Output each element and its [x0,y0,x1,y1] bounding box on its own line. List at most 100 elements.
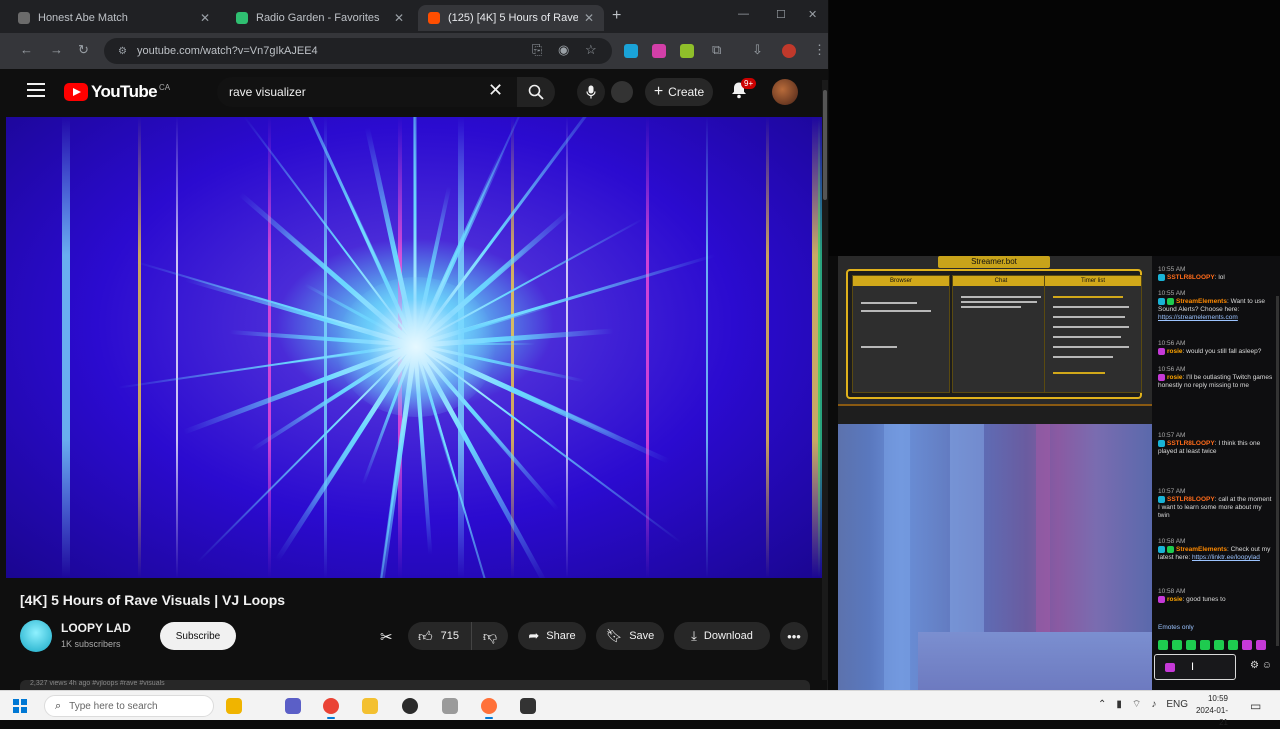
clip-icon[interactable]: ✂ [380,628,393,646]
voice-search-button[interactable] [577,78,605,106]
search-input[interactable]: rave visualizer [217,77,517,107]
text-line [1053,372,1105,374]
emote-icon[interactable] [1172,640,1182,650]
youtube-logo[interactable]: YouTube CA [64,82,170,102]
tab-youtube-active[interactable]: (125) [4K] 5 Hours of Rave Vis... ✕ [418,5,604,31]
emote-icon[interactable] [1158,640,1168,650]
network-icon[interactable]: ⌔ [1132,698,1141,711]
profile-icon[interactable] [782,44,796,58]
streamlabs-icon[interactable] [520,698,536,714]
forward-icon[interactable]: → [50,42,63,57]
site-info-icon[interactable]: ⚙ [118,46,127,57]
taskbar-search[interactable]: ⌕ Type here to search [44,695,214,717]
extension-icon[interactable] [680,44,694,58]
chat-username[interactable]: rosie [1167,596,1183,603]
downloads-icon[interactable]: ⇩ [752,42,763,58]
teams-icon[interactable] [285,698,301,714]
chat-username[interactable]: StreamElements [1176,298,1227,305]
chat-message: 10:56 AM rosie: would you still fall asl… [1158,340,1262,356]
battery-icon[interactable]: ▮ [1116,699,1122,710]
clock-time: 10:59 [1207,694,1228,703]
chat-settings-icon[interactable]: ⚙ ☺ [1250,660,1272,671]
browser-window: Honest Abe Match ✕ Radio Garden - Favori… [0,0,828,690]
pen-icon[interactable] [442,698,458,714]
search-icon: ⌕ [55,699,62,712]
dislike-button[interactable]: 👎︎ [472,628,508,645]
extension-icon[interactable] [652,44,666,58]
chat-text: good tunes to [1186,596,1226,604]
channel-name[interactable]: LOOPY LAD [61,621,131,635]
gear-icon[interactable] [611,81,633,103]
tab-honest-abe[interactable]: Honest Abe Match ✕ [8,5,220,31]
tab-favicon-icon [236,12,248,24]
create-button[interactable]: + Create [645,78,713,106]
browser-menu-icon[interactable]: ⋮ [813,42,826,58]
chrome-icon[interactable] [323,698,339,719]
chat-username[interactable]: SSTLR8LOOPY [1167,440,1215,447]
chat-username[interactable]: rosie [1167,374,1183,381]
tab-title: (125) [4K] 5 Hours of Rave Vis... [448,12,578,24]
firefox-icon[interactable] [481,698,497,719]
eye-icon[interactable]: ◉ [558,42,569,58]
account-avatar[interactable] [772,79,798,105]
extensions-puzzle-icon[interactable]: ⧉ [712,42,721,58]
notification-center-icon[interactable]: ▭ [1250,699,1261,713]
page-scrollbar[interactable] [822,80,828,680]
volume-icon[interactable]: ♪ [1151,699,1156,710]
search-query: rave visualizer [229,85,306,99]
file-explorer-icon[interactable] [362,698,378,714]
text-line [1053,336,1121,338]
tab-close-icon[interactable]: ✕ [584,11,594,25]
more-actions-button[interactable]: ••• [780,622,808,650]
notification-count-badge: 9+ [741,78,757,89]
chat-username[interactable]: SSTLR8LOOPY [1167,496,1215,503]
tab-radio-garden[interactable]: Radio Garden - Favorites ✕ [226,5,414,31]
subscribe-button[interactable]: Subscribe [160,622,236,650]
emote-icon[interactable] [1200,640,1210,650]
chat-link[interactable]: https://streamelements.com [1158,314,1238,321]
tab-close-icon[interactable]: ✕ [200,11,210,25]
download-button[interactable]: ⤓ Download [674,622,770,650]
widgets-icon[interactable] [226,698,242,714]
like-button[interactable]: 👍︎ 715 [408,622,472,650]
emote-icon[interactable] [1214,640,1224,650]
tab-close-icon[interactable]: ✕ [394,11,404,25]
chat-username[interactable]: rosie [1167,348,1183,355]
scrollbar-thumb[interactable] [823,90,827,200]
cast-icon[interactable]: ⎘ [532,42,542,58]
obs-icon[interactable] [402,698,418,714]
subscriber-badge-icon [1158,496,1165,503]
menu-icon[interactable] [27,83,45,97]
share-button[interactable]: ➦ Share [518,622,586,650]
chat-username[interactable]: SSTLR8LOOPY [1167,274,1215,281]
emote-icon[interactable] [1242,640,1252,650]
chat-text: would you still fall asleep? [1186,348,1262,356]
save-button[interactable]: 🔖︎ Save [596,622,664,650]
system-clock[interactable]: 10:59 2024-01-21 [1188,693,1228,729]
reload-icon[interactable]: ↻ [78,42,89,58]
chat-username[interactable]: StreamElements [1176,546,1227,553]
emote-icon[interactable] [1186,640,1196,650]
emote-icon[interactable] [1228,640,1238,650]
emote-picker-icon[interactable] [1165,663,1175,672]
search-button[interactable] [517,77,555,107]
maximize-icon[interactable]: ☐ [776,8,786,21]
video-player[interactable] [6,117,824,578]
navigation-bar: ← → ↻ ⚙ youtube.com/watch?v=Vn7gIkAJEE4 … [0,33,828,69]
window-close-icon[interactable]: ✕ [808,8,817,21]
chat-link[interactable]: https://linktr.ee/loopylad [1192,554,1260,561]
language-indicator[interactable]: ENG [1166,699,1188,710]
description-box[interactable]: 2,327 views 4h ago #vjloops #rave #visua… [20,680,810,690]
back-icon[interactable]: ← [20,42,33,57]
clear-search-icon[interactable]: ✕ [488,80,503,101]
chevron-up-icon[interactable]: ⌃ [1098,699,1106,710]
windows-start-icon[interactable] [13,699,27,713]
extension-icon[interactable] [624,44,638,58]
channel-avatar[interactable] [20,620,52,652]
emote-icon[interactable] [1256,640,1266,650]
bookmark-star-icon[interactable]: ☆ [585,42,597,58]
new-tab-button[interactable]: + [612,7,621,25]
chat-scrollbar[interactable] [1276,296,1279,646]
minimize-icon[interactable]: — [738,8,749,20]
chat-input[interactable]: I [1154,654,1236,680]
